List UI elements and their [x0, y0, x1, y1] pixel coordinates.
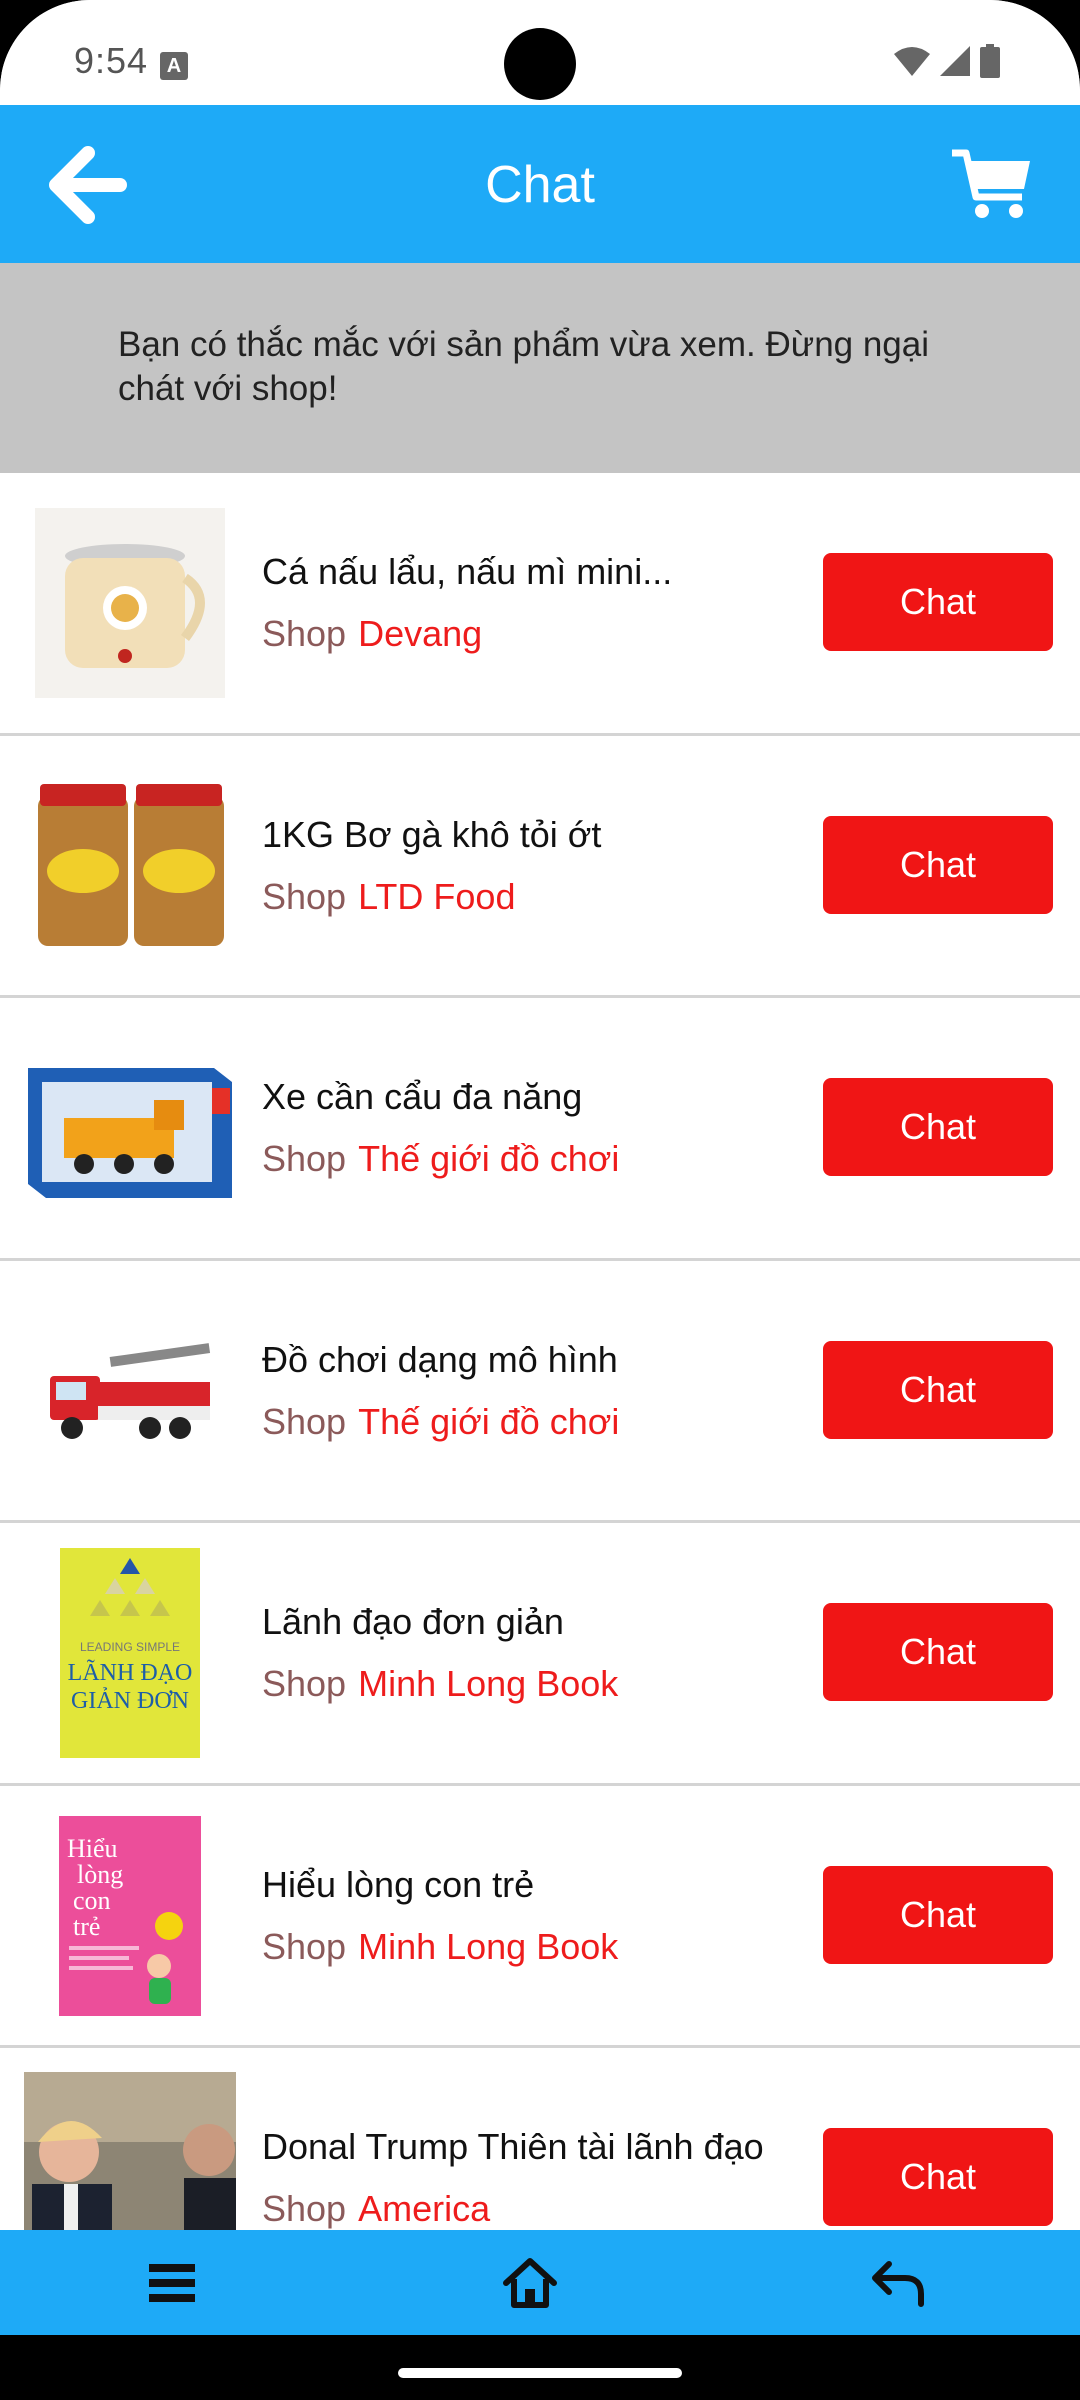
- cart-icon: [952, 149, 1030, 218]
- status-icons: [894, 44, 1000, 78]
- shop-label: Shop: [262, 613, 347, 654]
- list-item: Donal Trump Thiên tài lãnh đạo Shop Ameri…: [0, 2048, 1080, 2230]
- notification-icon: A: [160, 52, 188, 80]
- home-gesture-bar[interactable]: [398, 2368, 682, 2378]
- product-name: Cá nấu lẩu, nấu mì mini...: [262, 551, 673, 592]
- list-item: 1KG Bơ gà khô tỏi ớt Shop LTD Food Chat: [0, 735, 1080, 998]
- shop-name[interactable]: Thế giới đồ chơi: [358, 1401, 619, 1442]
- book-cover-title: LÃNH ĐẠO: [67, 1660, 193, 1686]
- product-name: Donal Trump Thiên tài lãnh đạo: [262, 2126, 764, 2167]
- shop-label: Shop: [262, 1138, 347, 1179]
- shop-line: Shop Thế giới đồ chơi: [262, 1401, 619, 1443]
- chat-button[interactable]: Chat: [823, 553, 1053, 651]
- bottom-nav: [0, 2230, 1080, 2335]
- shop-label: Shop: [262, 1925, 347, 1967]
- home-icon: [503, 2258, 557, 2308]
- chat-button[interactable]: Chat: [823, 815, 1053, 914]
- shop-line: Shop Devang: [262, 613, 482, 655]
- home-button[interactable]: [495, 2250, 565, 2316]
- shop-name[interactable]: Thế giới đồ chơi: [358, 1138, 619, 1179]
- shop-line: Shop Minh Long Book: [262, 1663, 618, 1705]
- shop-line: Shop LTD Food: [262, 876, 515, 918]
- product-name: Đồ chơi dạng mô hình: [262, 1338, 618, 1380]
- info-banner: Bạn có thắc mắc với sản phẩm vừa xem. Đừ…: [0, 263, 1080, 473]
- list-item: Cá nấu lẩu, nấu mì mini... Shop Devang Ch…: [0, 473, 1080, 736]
- shop-name[interactable]: Minh Long Book: [358, 1926, 618, 1967]
- wifi-icon: [894, 47, 930, 76]
- menu-icon: [149, 2264, 195, 2302]
- status-time: 9:54: [74, 40, 149, 81]
- chat-button[interactable]: Chat: [823, 2128, 1053, 2226]
- chat-button[interactable]: Chat: [823, 1603, 1053, 1701]
- list-item: Xe cần cẩu đa năng Shop Thế giới đồ chơi …: [0, 998, 1080, 1261]
- kettle-image: [24, 497, 236, 709]
- shop-label: Shop: [262, 1663, 347, 1704]
- battery-icon: [980, 44, 1000, 78]
- book-cover-top: LEADING SIMPLE: [79, 1640, 181, 1654]
- camera-cutout: [504, 28, 576, 100]
- product-list: Cá nấu lẩu, nấu mì mini... Shop Devang Ch…: [0, 473, 1080, 2230]
- shop-name[interactable]: Devang: [358, 613, 482, 654]
- shop-label: Shop: [262, 1400, 347, 1442]
- photo-image: [24, 2072, 236, 2230]
- status-bar: 9:54 A: [0, 0, 1080, 105]
- chat-button[interactable]: Chat: [823, 1078, 1053, 1176]
- product-name: Hiểu lòng con trẻ: [262, 1863, 535, 1905]
- shop-line: Shop America: [262, 2188, 490, 2230]
- shop-line: Shop Thế giới đồ chơi: [262, 1138, 619, 1180]
- shop-name[interactable]: Minh Long Book: [358, 1663, 618, 1704]
- reply-icon: [872, 2261, 924, 2307]
- chat-button[interactable]: Chat: [823, 1865, 1053, 1964]
- crane-box-image: [24, 1022, 236, 1234]
- book-cover-image: Hiểu lòng con trẻ: [24, 1810, 236, 2022]
- product-name: Lãnh đạo đơn giản: [262, 1601, 564, 1642]
- menu-button[interactable]: [137, 2250, 207, 2316]
- page-title: Chat: [485, 156, 595, 214]
- shop-name[interactable]: America: [358, 2188, 490, 2229]
- list-item: LEADING SIMPLE LÃNH ĐẠO GIẢN ĐƠN Lãnh đạ…: [0, 1523, 1080, 1786]
- cart-button[interactable]: [950, 147, 1034, 223]
- shop-label: Shop: [262, 2188, 347, 2229]
- screen: 9:54 A Chat Bạn có thắc mắc với sản phẩm…: [0, 0, 1080, 2400]
- fire-truck-image: [24, 1285, 236, 1497]
- chat-button[interactable]: Chat: [823, 1340, 1053, 1439]
- book-cover-image: LEADING SIMPLE LÃNH ĐẠO GIẢN ĐƠN: [24, 1547, 236, 1759]
- book-cover-title: GIẢN ĐƠN: [71, 1688, 189, 1714]
- list-item: Hiểu lòng con trẻ Hiểu lòng con trẻ Shop…: [0, 1785, 1080, 2048]
- product-name: Xe cần cẩu đa năng: [262, 1076, 583, 1117]
- list-item: Đồ chơi dạng mô hình Shop Thế giới đồ chơ…: [0, 1260, 1080, 1523]
- signal-icon: [940, 46, 970, 76]
- product-name: 1KG Bơ gà khô tỏi ớt: [262, 813, 602, 855]
- jars-image: [24, 760, 236, 972]
- reply-back-button[interactable]: [862, 2250, 932, 2316]
- shop-label: Shop: [262, 875, 347, 917]
- shop-line: Shop Minh Long Book: [262, 1926, 618, 1968]
- shop-name[interactable]: LTD Food: [358, 876, 515, 917]
- top-app-bar: Chat: [0, 105, 1080, 263]
- info-text: Bạn có thắc mắc với sản phẩm vừa xem. Đừ…: [118, 325, 930, 408]
